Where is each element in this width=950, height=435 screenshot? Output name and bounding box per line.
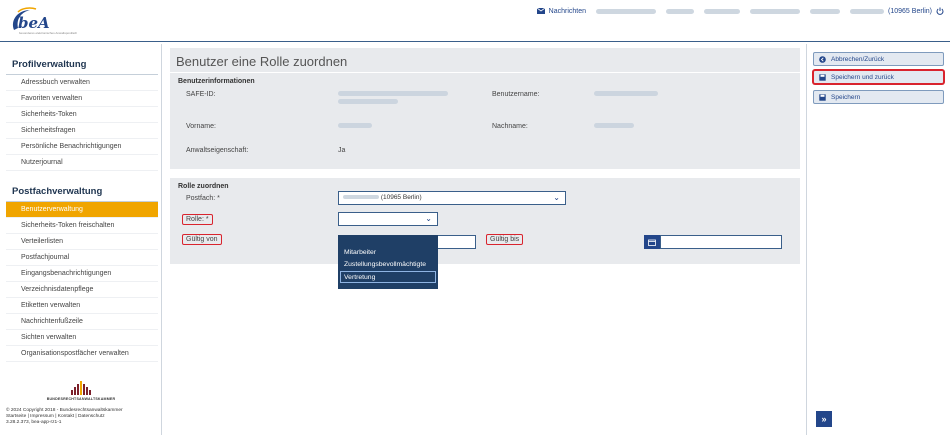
arrow-left-circle-icon [819,55,826,63]
valid-to-input[interactable] [660,235,782,249]
user-label: (10965 Berlin) [888,7,932,15]
valid-to-label-wrap: Gültig bis [486,234,524,245]
firstname-label: Vorname: [186,123,216,130]
calendar-icon [648,239,656,246]
page-title: Benutzer eine Rolle zuordnen [176,54,348,69]
redacted-text [810,8,841,14]
username-value [594,91,658,96]
profile-section-title: Profilverwaltung [6,44,158,75]
right-action-bar: Abbrechen/Zurück Speichern und zurück Sp… [806,44,950,435]
redacted-text [666,8,695,14]
bea-logo[interactable]: beA besonderes elektronisches Anwaltspos… [8,6,77,36]
top-bar: beA besonderes elektronisches Anwaltspos… [0,0,950,42]
nav-item-redacted-5[interactable] [810,8,841,14]
sidebar-item-postfachjournal[interactable]: Postfachjournal [6,250,158,266]
sidebar-item-etiketten[interactable]: Etiketten verwalten [6,298,158,314]
redacted-text [850,8,885,14]
valid-from-input[interactable] [432,235,476,249]
sidebar-item-organisationspostfaecher[interactable]: Organisationspostfächer verwalten [6,346,158,362]
role-option-mitarbeiter[interactable]: Mitarbeiter [338,247,438,259]
save-button[interactable]: Speichern [813,90,944,104]
redacted-text [343,195,379,200]
sidebar-item-nachrichtenfusszeile[interactable]: Nachrichtenfußzeile [6,314,158,330]
username-label: Benutzername: [492,91,540,98]
sidebar-item-favoriten[interactable]: Favoriten verwalten [6,91,158,107]
sidebar-item-sicherheits-token[interactable]: Sicherheits-Token [6,107,158,123]
chevron-down-icon: ⌄ [425,214,432,223]
sidebar-item-adressbuch[interactable]: Adressbuch verwalten [6,75,158,91]
user-info-panel: Benutzerinformationen SAFE-ID: Benutzern… [170,73,800,169]
top-navigation: Nachrichten (10965 Berlin) [536,5,944,17]
main-content: Benutzer eine Rolle zuordnen Benutzerinf… [170,48,800,289]
brand-tagline: besonderes elektronisches Anwaltspostfac… [19,31,78,35]
postfach-section-title: Postfachverwaltung [6,171,158,202]
kammer-logo: BUNDESRECHTSANWALTSKAMMER [46,381,116,401]
save-and-back-button[interactable]: Speichern und zurück [813,70,944,84]
double-chevron-right-icon: » [821,414,827,424]
chevron-down-icon: ⌄ [553,193,560,202]
postfach-select-value: (10965 Berlin) [380,194,422,201]
role-option-vertretung[interactable]: Vertretung [340,271,436,283]
role-assign-panel: Rolle zuordnen Postfach: * (10965 Berlin… [170,176,800,289]
sidebar-item-nutzerjournal[interactable]: Nutzerjournal [6,155,158,171]
nav-item-redacted-4[interactable] [750,8,801,14]
messages-link[interactable]: Nachrichten [536,7,587,15]
left-sidebar: Profilverwaltung Adressbuch verwalten Fa… [0,44,162,435]
sidebar-item-sicherheitsfragen[interactable]: Sicherheitsfragen [6,123,158,139]
sidebar-item-verzeichnisdatenpflege[interactable]: Verzeichnisdatenpflege [6,282,158,298]
safe-id-value [338,91,448,104]
floppy-disk-icon [819,93,826,101]
sidebar-footer: BUNDESRECHTSANWALTSKAMMER © 2024 Copyrig… [6,381,160,426]
postfach-section: Postfachverwaltung Benutzerverwaltung Si… [6,171,158,362]
nav-item-redacted-1[interactable] [596,8,657,14]
brand-name: beA [18,14,50,32]
sidebar-item-verteilerlisten[interactable]: Verteilerlisten [6,234,158,250]
role-label: Rolle: * [182,214,213,225]
safe-id-label: SAFE-ID: [186,91,216,98]
user-menu[interactable]: (10965 Berlin) [850,7,944,15]
back-button[interactable]: Abbrechen/Zurück [813,52,944,66]
nav-item-redacted-2[interactable] [666,8,695,14]
lastname-value [594,123,634,128]
sidebar-item-benutzerverwaltung[interactable]: Benutzerverwaltung [6,202,158,218]
valid-to-label: Gültig bis [486,234,524,245]
role-dropdown-list: Mitarbeiter Zustellungsbevollmächtigte V… [338,235,438,289]
floppy-disk-icon [819,73,826,81]
role-select[interactable]: ⌄ [338,212,438,226]
save-button-label: Speichern [831,93,861,101]
role-label-wrap: Rolle: * [182,214,213,225]
page-header: Benutzer eine Rolle zuordnen [170,48,800,72]
redacted-text [750,8,801,14]
lawyer-label: Anwaltseigenschaft: [186,147,249,154]
sidebar-item-eingangsbenachrichtigungen[interactable]: Eingangsbenachrichtigungen [6,266,158,282]
redacted-text [704,8,741,14]
sidebar-item-token-freischalten[interactable]: Sicherheits-Token freischalten [6,218,158,234]
role-option-zustellungsbevollmaechtigte[interactable]: Zustellungsbevollmächtigte [338,259,438,271]
lawyer-value: Ja [338,147,346,154]
kammer-name: BUNDESRECHTSANWALTSKAMMER [46,397,116,401]
postfach-label: Postfach: * [186,195,220,202]
postfach-select[interactable]: (10965 Berlin) ⌄ [338,191,566,205]
back-button-label: Abbrechen/Zurück [831,55,885,63]
footer-version: 3.28.2.373, bea-app-rz1-1 [6,420,62,425]
kammer-bars-icon [46,381,116,395]
envelope-icon [536,8,545,14]
messages-label: Nachrichten [548,7,587,15]
redacted-text [596,8,657,14]
nav-item-redacted-3[interactable] [704,8,741,14]
valid-from-label-wrap: Gültig von [182,234,222,245]
save-and-back-label: Speichern und zurück [831,73,894,81]
power-icon[interactable] [936,7,944,15]
profile-section: Profilverwaltung Adressbuch verwalten Fa… [6,44,158,171]
user-info-heading: Benutzerinformationen [178,78,255,85]
valid-from-label: Gültig von [182,234,222,245]
role-heading: Rolle zuordnen [178,183,229,190]
lastname-label: Nachname: [492,123,528,130]
calendar-button[interactable] [644,235,660,249]
expand-panel-button[interactable]: » [816,411,832,427]
sidebar-item-benachrichtigungen[interactable]: Persönliche Benachrichtigungen [6,139,158,155]
sidebar-item-sichten[interactable]: Sichten verwalten [6,330,158,346]
firstname-value [338,123,372,128]
